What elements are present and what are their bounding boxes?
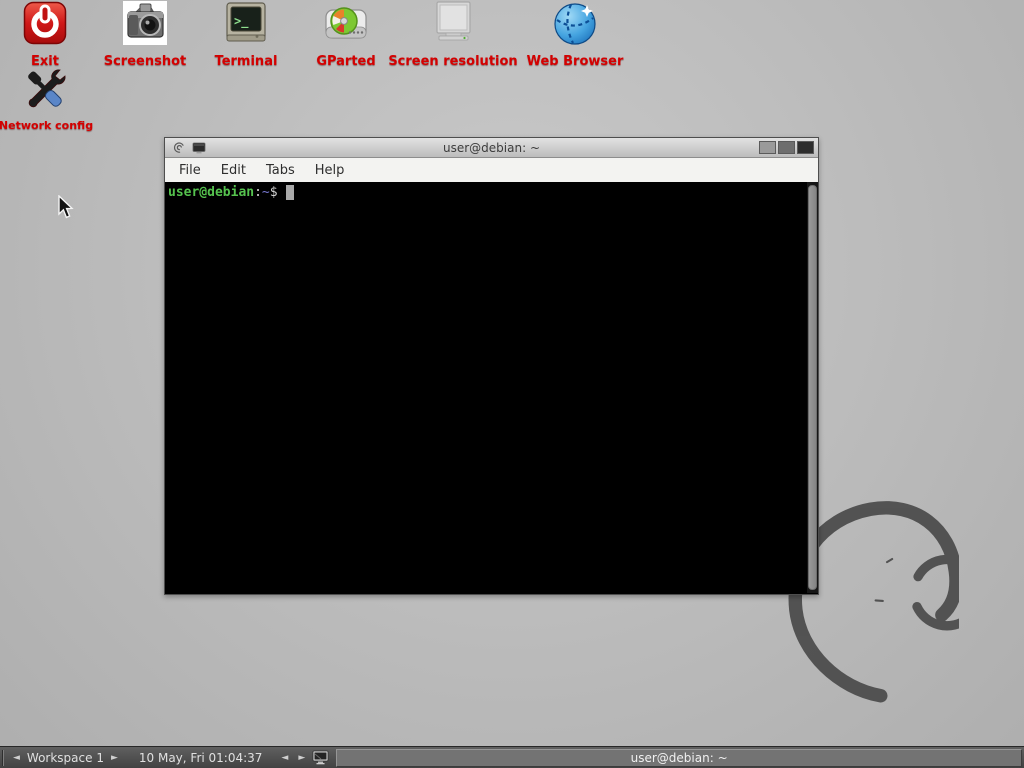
prompt-colon: : bbox=[254, 185, 262, 200]
scrollbar-thumb[interactable] bbox=[808, 185, 817, 590]
monitor-icon bbox=[431, 1, 475, 45]
shell-prompt: user@debian:~$ bbox=[168, 185, 294, 200]
terminal-cursor bbox=[286, 185, 294, 200]
pager-prev-arrow[interactable]: ◄ bbox=[276, 747, 293, 768]
window-menubar: File Edit Tabs Help bbox=[165, 158, 818, 182]
desktop-icon-network-config[interactable]: Network config bbox=[0, 66, 111, 132]
menu-help[interactable]: Help bbox=[305, 160, 355, 181]
task-button-label: user@debian: ~ bbox=[631, 751, 728, 765]
terminal-window: user@debian: ~ File Edit Tabs Help user@… bbox=[164, 137, 819, 595]
taskbar: ◄ Workspace 1 ► 10 May, Fri 01:04:37 ◄ ►… bbox=[0, 746, 1024, 768]
icon-label: Web Browser bbox=[510, 54, 640, 69]
menu-file[interactable]: File bbox=[169, 160, 211, 181]
tools-icon bbox=[24, 66, 68, 110]
menu-edit[interactable]: Edit bbox=[211, 160, 256, 181]
desktop-icon-screen-resolution[interactable]: Screen resolution bbox=[388, 1, 518, 69]
power-icon bbox=[23, 1, 67, 45]
debian-swirl-icon bbox=[172, 141, 186, 155]
terminal-scrollbar[interactable] bbox=[807, 182, 818, 593]
minimize-button[interactable] bbox=[759, 141, 776, 154]
workspace-next-arrow[interactable]: ► bbox=[106, 747, 123, 768]
pager-arrows: ◄ ► bbox=[276, 747, 310, 768]
desktop-icon-web-browser[interactable]: Web Browser bbox=[510, 1, 640, 69]
mouse-cursor-icon bbox=[58, 195, 74, 221]
crt-terminal-icon: >_ bbox=[224, 1, 268, 45]
clock: 10 May, Fri 01:04:37 bbox=[139, 751, 263, 765]
camera-icon bbox=[123, 1, 167, 45]
terminal-content[interactable]: user@debian:~$ bbox=[165, 182, 818, 593]
terminal-mini-icon bbox=[192, 141, 206, 155]
window-buttons bbox=[759, 141, 814, 154]
svg-text:>_: >_ bbox=[234, 14, 249, 29]
taskbar-window-button[interactable]: user@debian: ~ bbox=[336, 749, 1022, 767]
icon-label: Network config bbox=[0, 119, 111, 132]
window-title: user@debian: ~ bbox=[165, 141, 818, 155]
panel-handle[interactable] bbox=[2, 750, 4, 766]
prompt-path: ~ bbox=[262, 185, 270, 200]
close-button[interactable] bbox=[797, 141, 814, 154]
maximize-button[interactable] bbox=[778, 141, 795, 154]
workspace-prev-arrow[interactable]: ◄ bbox=[8, 747, 25, 768]
globe-browser-icon bbox=[553, 1, 597, 45]
icon-label: Screen resolution bbox=[388, 54, 518, 69]
pager-next-arrow[interactable]: ► bbox=[293, 747, 310, 768]
workspace-label[interactable]: Workspace 1 bbox=[25, 751, 106, 765]
disk-partition-icon bbox=[324, 1, 368, 45]
window-titlebar[interactable]: user@debian: ~ bbox=[165, 138, 818, 158]
prompt-symbol: $ bbox=[270, 185, 278, 200]
prompt-user-host: user@debian bbox=[168, 185, 254, 200]
menu-tabs[interactable]: Tabs bbox=[256, 160, 305, 181]
show-desktop-icon[interactable] bbox=[312, 750, 330, 765]
desktop: { "desktop": { "icons": [ { "name": "exi… bbox=[0, 0, 1024, 768]
